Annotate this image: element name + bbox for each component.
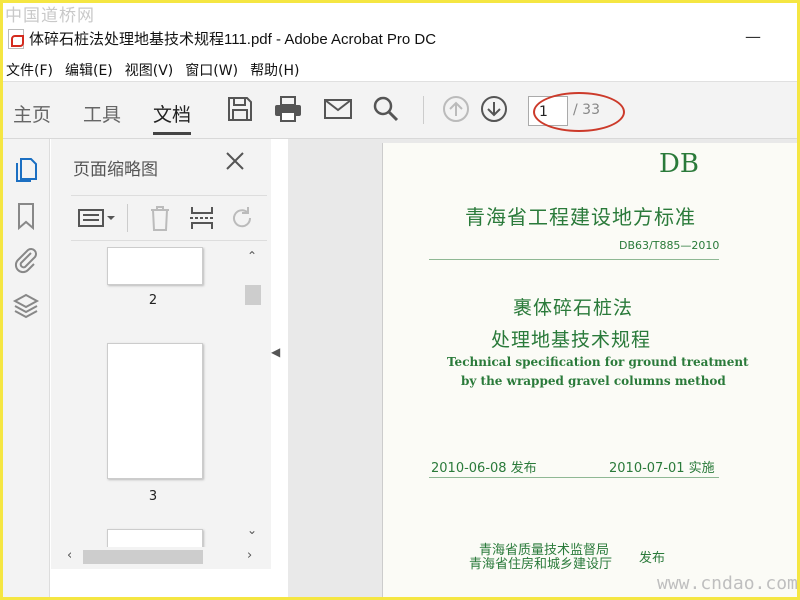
thumbnail-label: 2: [148, 293, 158, 308]
doc-standard-number: DB63/T885—2010: [619, 239, 720, 252]
bookmark-icon[interactable]: [11, 201, 41, 231]
thumbnail-page-2[interactable]: [107, 247, 203, 285]
scroll-left-icon[interactable]: ‹: [67, 548, 72, 563]
print-icon[interactable]: [273, 94, 303, 124]
panel-title: 页面缩略图: [73, 160, 158, 180]
thumbnail-label: 3: [148, 489, 158, 504]
thumbnail-panel: 页面缩略图 2 3 ⌃ ⌄ ‹ ›: [51, 139, 271, 569]
panel-toolbar: [71, 195, 267, 241]
layers-icon[interactable]: [11, 291, 41, 321]
doc-publish-label: 发布: [639, 551, 666, 566]
scroll-up-icon[interactable]: ⌃: [247, 249, 257, 263]
toolbar: 主页 工具 文档 1 / 33: [3, 81, 797, 139]
scroll-down-icon[interactable]: ⌄: [247, 523, 257, 537]
doc-issue-date: 2010-06-08 发布: [431, 461, 537, 476]
email-icon[interactable]: [323, 94, 353, 124]
collapse-panel-icon[interactable]: ◀: [271, 345, 280, 359]
pages-icon[interactable]: [11, 155, 41, 185]
watermark-top: 中国道桥网: [5, 6, 95, 26]
menu-edit[interactable]: 编辑(E): [63, 57, 122, 81]
save-icon[interactable]: [225, 94, 255, 124]
doc-issuer-2: 青海省住房和城乡建设厅: [469, 557, 613, 572]
panel-toolbar-separator: [127, 204, 128, 232]
thumbnail-page-4[interactable]: [107, 529, 203, 547]
tab-home[interactable]: 主页: [13, 100, 51, 127]
doc-title: 青海省工程建设地方标准: [465, 205, 696, 229]
menu-help[interactable]: 帮助(H): [248, 57, 308, 81]
pdf-file-icon: [8, 29, 24, 49]
scroll-right-icon[interactable]: ›: [247, 548, 252, 563]
doc-implementation-date: 2010-07-01 实施: [609, 461, 715, 476]
doc-english-title-1: Technical specification for ground treat…: [447, 355, 749, 369]
minimize-button[interactable]: —: [745, 27, 761, 46]
menu-view[interactable]: 视图(V): [123, 57, 183, 81]
toolbar-separator: [423, 96, 424, 124]
search-icon[interactable]: [371, 94, 401, 124]
title-bar: 体碎石桩法处理地基技术规程111.pdf - Adobe Acrobat Pro…: [3, 25, 797, 55]
page-up-icon[interactable]: [441, 94, 471, 124]
window-title: 体碎石桩法处理地基技术规程111.pdf - Adobe Acrobat Pro…: [29, 31, 437, 48]
insert-pages-icon[interactable]: [187, 204, 217, 232]
thumbnail-list: 2 3: [71, 247, 243, 547]
rotate-icon[interactable]: [227, 204, 257, 232]
menu-file[interactable]: 文件(F): [4, 57, 62, 81]
thumbnail-page-3[interactable]: [107, 343, 203, 479]
app-frame: 中国道桥网 体碎石桩法处理地基技术规程111.pdf - Adobe Acrob…: [0, 0, 800, 600]
doc-heading-2: 处理地基技术规程: [491, 329, 652, 351]
highlight-annotation: [533, 92, 625, 132]
doc-code: DB: [659, 149, 699, 179]
scrollbar-thumb[interactable]: [245, 285, 261, 305]
menu-window[interactable]: 窗口(W): [183, 57, 247, 81]
horizontal-scrollbar[interactable]: ‹ ›: [67, 547, 252, 567]
thumbnail-options-icon[interactable]: [77, 204, 117, 232]
doc-english-title-2: by the wrapped gravel columns method: [461, 374, 726, 388]
vertical-scrollbar[interactable]: ⌃ ⌄: [243, 247, 263, 545]
close-icon[interactable]: [223, 149, 247, 173]
delete-icon[interactable]: [145, 204, 175, 232]
doc-rule: [429, 477, 719, 478]
menu-bar: 文件(F) 编辑(E) 视图(V) 窗口(W) 帮助(H): [3, 57, 797, 81]
doc-heading-1: 裹体碎石桩法: [513, 297, 634, 319]
navigation-rail: [3, 139, 50, 597]
attachment-icon[interactable]: [11, 245, 41, 275]
page-down-icon[interactable]: [479, 94, 509, 124]
tab-tools[interactable]: 工具: [83, 100, 121, 127]
doc-rule: [429, 259, 719, 260]
watermark-bottom: www.cndao.com: [657, 573, 798, 594]
tab-document[interactable]: 文档: [153, 100, 192, 135]
scrollbar-thumb[interactable]: [83, 550, 203, 564]
document-page: DB 青海省工程建设地方标准 DB63/T885—2010 裹体碎石桩法 处理地…: [382, 143, 797, 597]
document-view: DB 青海省工程建设地方标准 DB63/T885—2010 裹体碎石桩法 处理地…: [288, 139, 797, 597]
